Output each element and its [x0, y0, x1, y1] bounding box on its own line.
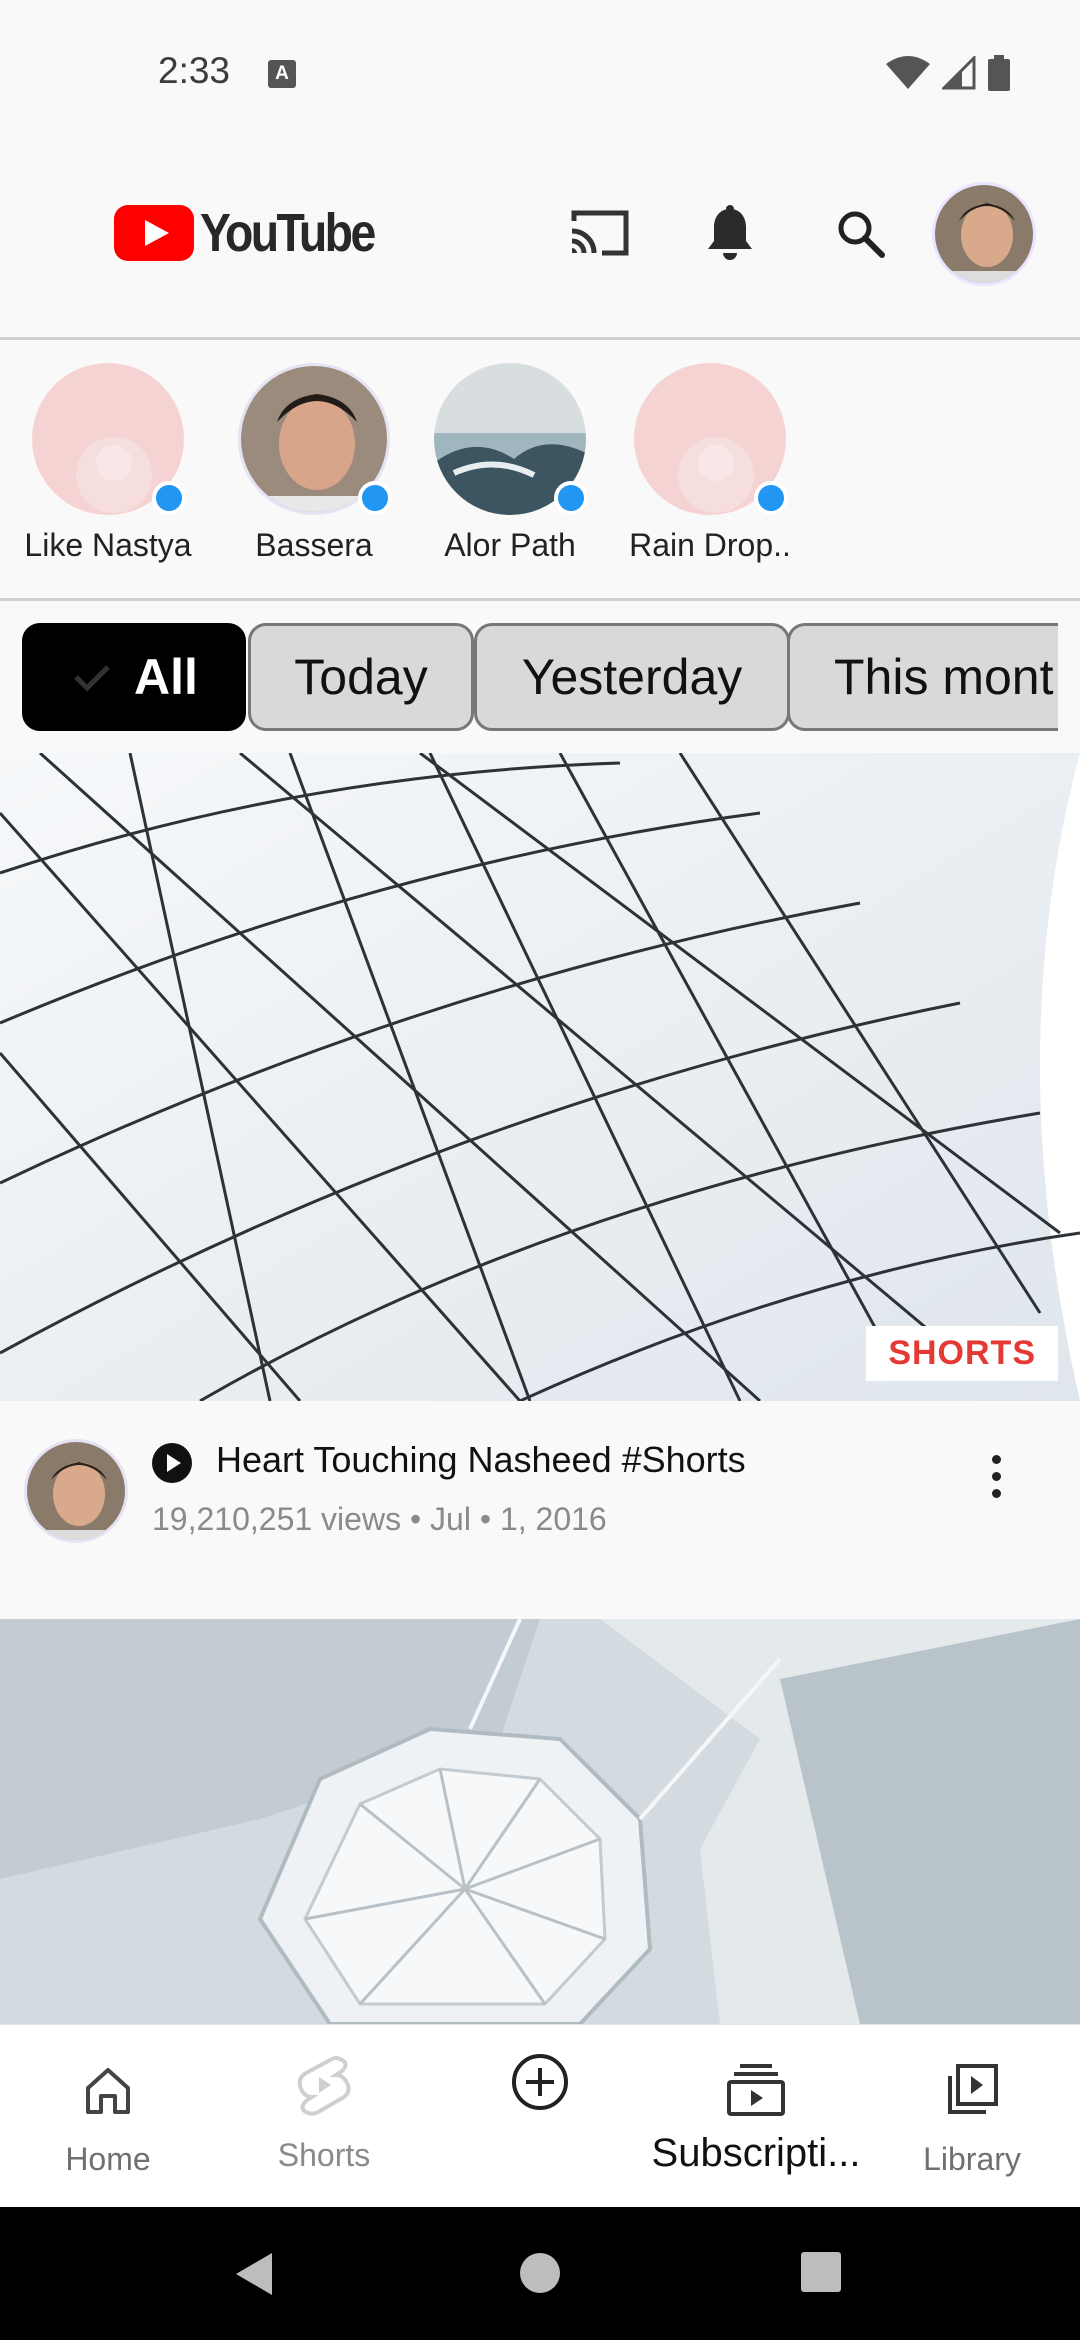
- live-dot-icon: [152, 481, 186, 515]
- more-vert-icon[interactable]: [976, 1441, 1016, 1511]
- nav-label: Shorts: [277, 2137, 371, 2173]
- story-name: Like Nastya: [24, 527, 192, 563]
- story-item[interactable]: Alor Path: [410, 363, 610, 564]
- status-icons: [886, 55, 1010, 91]
- search-icon[interactable]: [822, 195, 898, 271]
- story-avatar: [238, 363, 392, 515]
- recents-icon[interactable]: [800, 2251, 842, 2293]
- system-navigation-bar: [0, 2207, 1080, 2340]
- nav-subscriptions[interactable]: Subscripti...: [648, 2025, 864, 2208]
- chip-yesterday[interactable]: Yesterday: [474, 623, 790, 731]
- nav-label: Subscripti...: [651, 2131, 861, 2175]
- chip-today[interactable]: Today: [248, 623, 474, 731]
- video-thumbnail[interactable]: [0, 1619, 1080, 2024]
- video-title: Heart Touching Nasheed #Shorts: [216, 1439, 746, 1480]
- story-item[interactable]: Rain Drop..: [610, 363, 810, 564]
- story-name: Rain Drop..: [629, 527, 791, 563]
- status-time: 2:33: [158, 50, 231, 91]
- story-avatar: [32, 363, 186, 515]
- signal-icon: [942, 56, 976, 90]
- battery-icon: [988, 55, 1010, 91]
- screen: 2:33 A YouTube Like Nastya Bassera Alor …: [0, 0, 1080, 2340]
- live-dot-icon: [754, 481, 788, 515]
- notification-icon: A: [268, 60, 296, 88]
- add-circle-icon: [505, 2047, 575, 2117]
- filter-chips: All Today Yesterday This mont: [22, 623, 1058, 733]
- story-avatar: [434, 363, 588, 515]
- check-icon: [74, 665, 110, 692]
- youtube-play-icon: [114, 205, 194, 261]
- subscriptions-icon: [721, 2055, 791, 2125]
- shorts-icon: [289, 2051, 359, 2121]
- story-item[interactable]: Like Nastya: [8, 363, 208, 564]
- library-icon: [937, 2055, 1007, 2125]
- home-icon: [73, 2055, 143, 2125]
- logo-text: YouTube: [200, 203, 376, 263]
- story-avatar: [634, 363, 788, 515]
- chip-label: Yesterday: [521, 649, 743, 705]
- thumbnail-image: [0, 1619, 1080, 2024]
- wifi-icon: [886, 56, 930, 89]
- cast-icon[interactable]: [562, 195, 638, 271]
- story-name: Bassera: [255, 527, 373, 563]
- nav-create[interactable]: [432, 2025, 648, 2208]
- home-circle-icon[interactable]: [518, 2251, 562, 2295]
- channel-avatar[interactable]: [24, 1439, 128, 1543]
- chip-this-month[interactable]: This mont: [787, 623, 1058, 731]
- app-bar: YouTube: [0, 150, 1080, 340]
- chip-label: Today: [294, 649, 428, 705]
- status-bar: 2:33 A: [0, 0, 1080, 150]
- nav-label: Home: [65, 2141, 151, 2177]
- story-row: Like Nastya Bassera Alor Path Rain Drop.…: [0, 343, 1080, 601]
- bell-icon[interactable]: [692, 195, 768, 271]
- bottom-navigation: Home Shorts Subscripti... Library: [0, 2024, 1080, 2207]
- chip-label: All: [134, 649, 198, 705]
- thumbnail-image: [0, 753, 1080, 1401]
- nav-library[interactable]: Library: [864, 2025, 1080, 2208]
- story-name: Alor Path: [444, 527, 576, 563]
- play-circle-icon: [152, 1443, 192, 1483]
- nav-label: Library: [923, 2141, 1021, 2177]
- video-info[interactable]: Heart Touching Nasheed #Shorts 19,210,25…: [0, 1401, 1080, 1619]
- story-item[interactable]: Bassera: [214, 363, 414, 564]
- youtube-logo[interactable]: YouTube: [114, 202, 402, 264]
- live-dot-icon: [358, 481, 392, 515]
- shorts-badge: SHORTS: [866, 1326, 1058, 1381]
- back-icon[interactable]: [234, 2251, 274, 2297]
- chip-all[interactable]: All: [22, 623, 246, 731]
- nav-shorts[interactable]: Shorts: [216, 2025, 432, 2208]
- account-avatar[interactable]: [932, 182, 1036, 286]
- video-thumbnail[interactable]: SHORTS: [0, 753, 1080, 1401]
- nav-home[interactable]: Home: [0, 2025, 216, 2208]
- video-stats: 19,210,251 views • Jul • 1, 2016: [152, 1501, 607, 1537]
- live-dot-icon: [554, 481, 588, 515]
- chip-label: This mont: [834, 649, 1054, 705]
